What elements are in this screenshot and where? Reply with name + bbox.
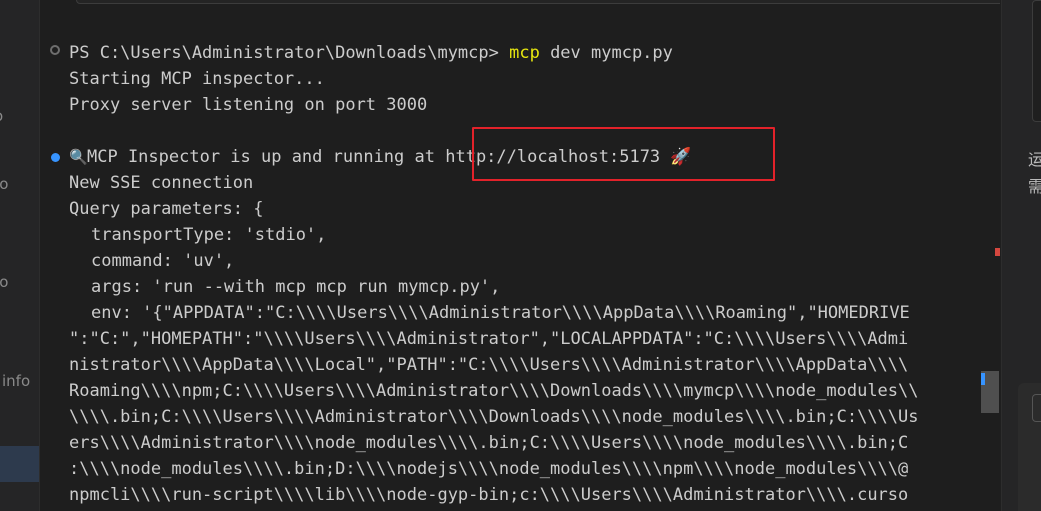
output-line: :\\\\node_modules\\\\.bin;D:\\\\nodejs\\… — [69, 459, 909, 479]
output-line: npmcli\\\\run-script\\\\lib\\\\node-gyp-… — [69, 485, 909, 505]
right-panel-card-control[interactable] — [1032, 394, 1041, 422]
left-panel-label: o — [0, 107, 3, 125]
output-line: ers\\\\Administrator\\\\node_modules\\\\… — [69, 433, 909, 453]
command-keyword: mcp — [509, 43, 540, 63]
output-line: ":"C:","HOMEPATH":"\\\\Users\\\\Administ… — [69, 329, 909, 349]
right-panel-box — [1032, 0, 1041, 122]
output-line: Proxy server listening on port 3000 — [69, 95, 428, 115]
output-line: transportType: 'stdio', — [91, 225, 327, 245]
command-args: dev mymcp.py — [539, 43, 673, 63]
output-line: New SSE connection — [69, 173, 254, 193]
output-line: Query parameters: { — [69, 199, 264, 219]
magnifier-emoji-icon: 🔍 — [69, 148, 88, 166]
output-line: \\\\.bin;C:\\\\Users\\\\Administrator\\\… — [69, 407, 919, 427]
left-panel-label: fo — [0, 273, 9, 291]
inspector-text: MCP Inspector is up and running at — [87, 147, 446, 167]
right-side-panel: 运 需 — [1001, 0, 1041, 511]
right-panel-text: 运 — [1028, 146, 1041, 170]
output-line: args: 'run --with mcp mcp run mymcp.py', — [91, 277, 501, 297]
output-line: Starting MCP inspector... — [69, 69, 325, 89]
scroll-marker — [995, 248, 1000, 256]
url-annotation-box — [472, 127, 775, 181]
left-side-panel: o fo fo info — [0, 0, 40, 511]
left-panel-label: fo — [0, 175, 9, 193]
right-panel-text: 需 — [1028, 173, 1041, 197]
command-decoration-circle-icon[interactable] — [50, 45, 60, 55]
output-line: env: '{"APPDATA":"C:\\\\Users\\\\Adminis… — [91, 303, 910, 323]
terminal-top-input[interactable] — [76, 0, 1000, 4]
output-line: Roaming\\\\npm;C:\\\\Users\\\\Administra… — [69, 381, 919, 401]
terminal-prompt: PS C:\Users\Administrator\Downloads\mymc… — [69, 43, 510, 63]
output-line: command: 'uv', — [91, 251, 235, 271]
terminal-panel[interactable]: PS C:\Users\Administrator\Downloads\mymc… — [40, 0, 1000, 511]
left-panel-selected-row[interactable] — [0, 446, 39, 482]
command-line: PS C:\Users\Administrator\Downloads\mymc… — [69, 40, 673, 66]
running-decoration-dot-icon[interactable] — [51, 153, 60, 162]
output-line: nistrator\\\\AppData\\\\Local","PATH":"C… — [69, 355, 909, 375]
left-panel-label: info — [2, 372, 31, 390]
scrollbar-position-marker — [981, 373, 985, 385]
